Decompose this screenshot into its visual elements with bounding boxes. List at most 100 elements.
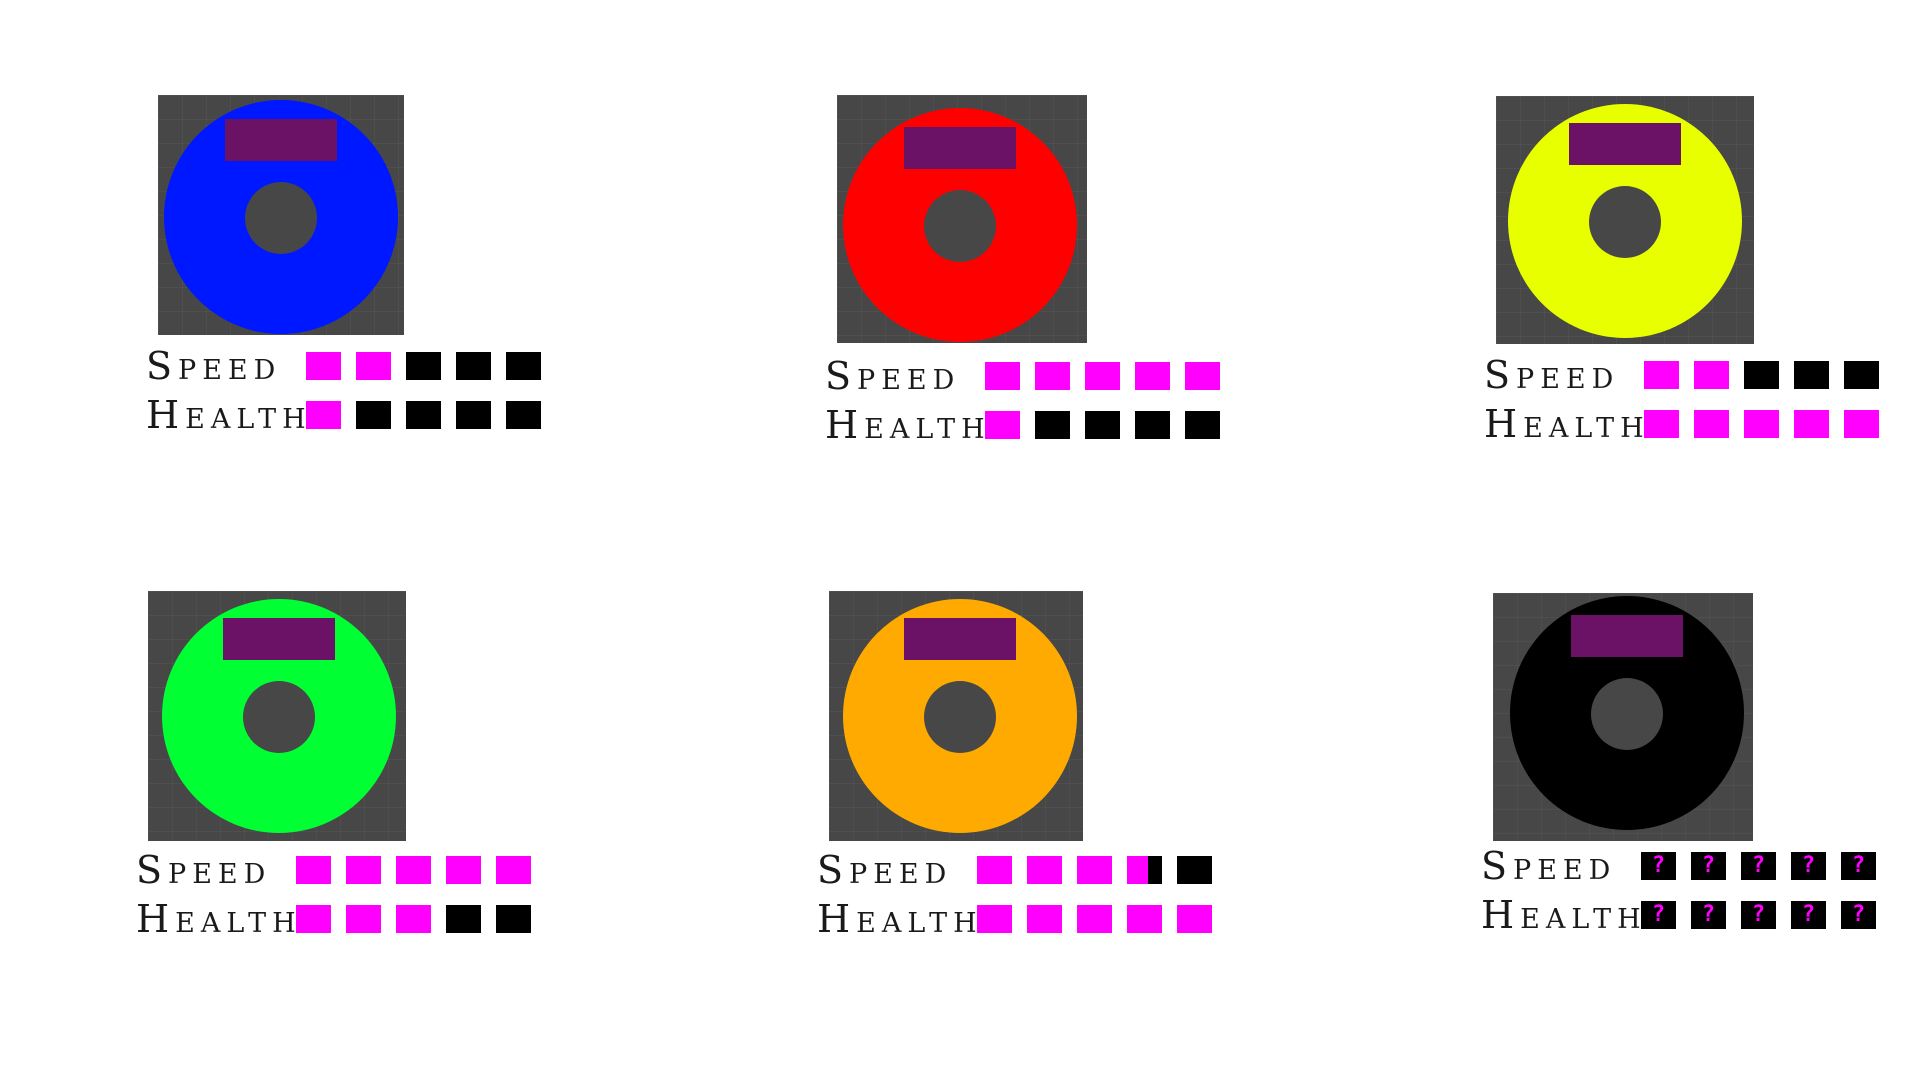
speed-pip-filled — [396, 856, 431, 884]
speed-pip-filled — [296, 856, 331, 884]
health-pip-empty — [406, 401, 441, 429]
speed-pip-filled — [1035, 362, 1070, 390]
disc-icon — [843, 108, 1077, 342]
speed-label: Speed — [1481, 844, 1617, 888]
health-pip-empty — [506, 401, 541, 429]
health-stat-row: Health ????? — [1481, 896, 1876, 934]
health-pip-unknown: ? — [1791, 901, 1826, 929]
health-pip-filled — [306, 401, 341, 429]
health-pip-filled — [1694, 410, 1729, 438]
disc-label-strip — [904, 618, 1016, 660]
disc-thumbnail[interactable] — [829, 591, 1083, 841]
health-meter — [296, 905, 531, 933]
health-pip-unknown: ? — [1641, 901, 1676, 929]
disc-icon — [1508, 104, 1742, 338]
health-pip-empty — [1035, 411, 1070, 439]
speed-pip-filled — [1694, 361, 1729, 389]
health-label: Health — [146, 393, 312, 437]
speed-pip-filled — [1135, 362, 1170, 390]
disc-center-hole — [924, 681, 996, 753]
disc-label-strip — [904, 127, 1016, 169]
speed-label: Speed — [825, 354, 961, 398]
health-stat-row: Health — [1484, 402, 1879, 446]
speed-meter: ????? — [1641, 852, 1876, 880]
health-meter: ????? — [1641, 901, 1876, 929]
disc-center-hole — [924, 190, 996, 262]
health-pip-filled — [1844, 410, 1879, 438]
speed-pip-partial — [1127, 856, 1162, 884]
health-pip-filled — [296, 905, 331, 933]
health-stat-row: Health — [136, 897, 531, 941]
disc-card-blue[interactable]: Speed Health — [146, 95, 588, 455]
health-pip-unknown: ? — [1841, 901, 1876, 929]
disc-card-red[interactable]: Speed Health — [825, 95, 1267, 455]
speed-pip-filled — [306, 352, 341, 380]
health-pip-empty — [1135, 411, 1170, 439]
health-pip-filled — [1177, 905, 1212, 933]
speed-pip-filled — [1185, 362, 1220, 390]
speed-pip-empty — [456, 352, 491, 380]
health-meter — [985, 411, 1220, 439]
health-pip-filled — [1127, 905, 1162, 933]
speed-pip-empty — [1744, 361, 1779, 389]
health-meter — [977, 905, 1212, 933]
health-label: Health — [1484, 402, 1650, 446]
health-pip-filled — [985, 411, 1020, 439]
speed-pip-filled — [1077, 856, 1112, 884]
disc-thumbnail[interactable] — [1496, 96, 1754, 344]
health-pip-filled — [396, 905, 431, 933]
disc-thumbnail[interactable] — [1493, 593, 1753, 841]
health-stat-row: Health — [817, 897, 1212, 941]
speed-stat-row: Speed — [146, 344, 541, 388]
disc-card-green[interactable]: Speed Health — [136, 591, 578, 951]
speed-stat-row: Speed — [825, 354, 1220, 398]
health-pip-empty — [1185, 411, 1220, 439]
disc-icon — [1510, 596, 1744, 830]
speed-meter — [985, 362, 1220, 390]
health-pip-unknown: ? — [1691, 901, 1726, 929]
health-pip-empty — [456, 401, 491, 429]
health-pip-filled — [346, 905, 381, 933]
speed-meter — [977, 856, 1212, 884]
health-meter — [306, 401, 541, 429]
speed-pip-empty — [1177, 856, 1212, 884]
speed-pip-filled — [1644, 361, 1679, 389]
disc-label-strip — [1569, 123, 1681, 165]
disc-icon — [162, 599, 396, 833]
health-pip-filled — [1744, 410, 1779, 438]
disc-thumbnail[interactable] — [837, 95, 1087, 343]
disc-center-hole — [243, 681, 315, 753]
health-pip-filled — [977, 905, 1012, 933]
disc-icon — [164, 100, 398, 334]
speed-stat-row: Speed — [1484, 356, 1879, 394]
health-pip-filled — [1027, 905, 1062, 933]
disc-label-strip — [225, 119, 337, 161]
speed-pip-filled — [977, 856, 1012, 884]
health-label: Health — [825, 403, 991, 447]
speed-pip-empty — [1844, 361, 1879, 389]
disc-card-orange[interactable]: Speed Health — [817, 591, 1259, 951]
speed-label: Speed — [146, 344, 282, 388]
speed-pip-unknown: ? — [1841, 852, 1876, 880]
health-pip-empty — [1085, 411, 1120, 439]
speed-pip-filled — [496, 856, 531, 884]
disc-thumbnail[interactable] — [158, 95, 404, 335]
health-pip-empty — [356, 401, 391, 429]
disc-center-hole — [1589, 186, 1661, 258]
disc-thumbnail[interactable] — [148, 591, 406, 841]
speed-pip-filled — [346, 856, 381, 884]
speed-pip-unknown: ? — [1791, 852, 1826, 880]
health-label: Health — [136, 897, 302, 941]
speed-label: Speed — [817, 848, 953, 892]
health-label: Health — [817, 897, 983, 941]
disc-label-strip — [223, 618, 335, 660]
speed-pip-filled — [985, 362, 1020, 390]
disc-card-yellow[interactable]: Speed Health — [1484, 96, 1920, 456]
speed-pip-unknown: ? — [1741, 852, 1776, 880]
speed-label: Speed — [136, 848, 272, 892]
speed-pip-filled — [446, 856, 481, 884]
disc-card-locked[interactable]: Speed ????? Health ????? — [1481, 593, 1920, 953]
health-pip-filled — [1644, 410, 1679, 438]
disc-center-hole — [1591, 678, 1663, 750]
speed-pip-empty — [506, 352, 541, 380]
